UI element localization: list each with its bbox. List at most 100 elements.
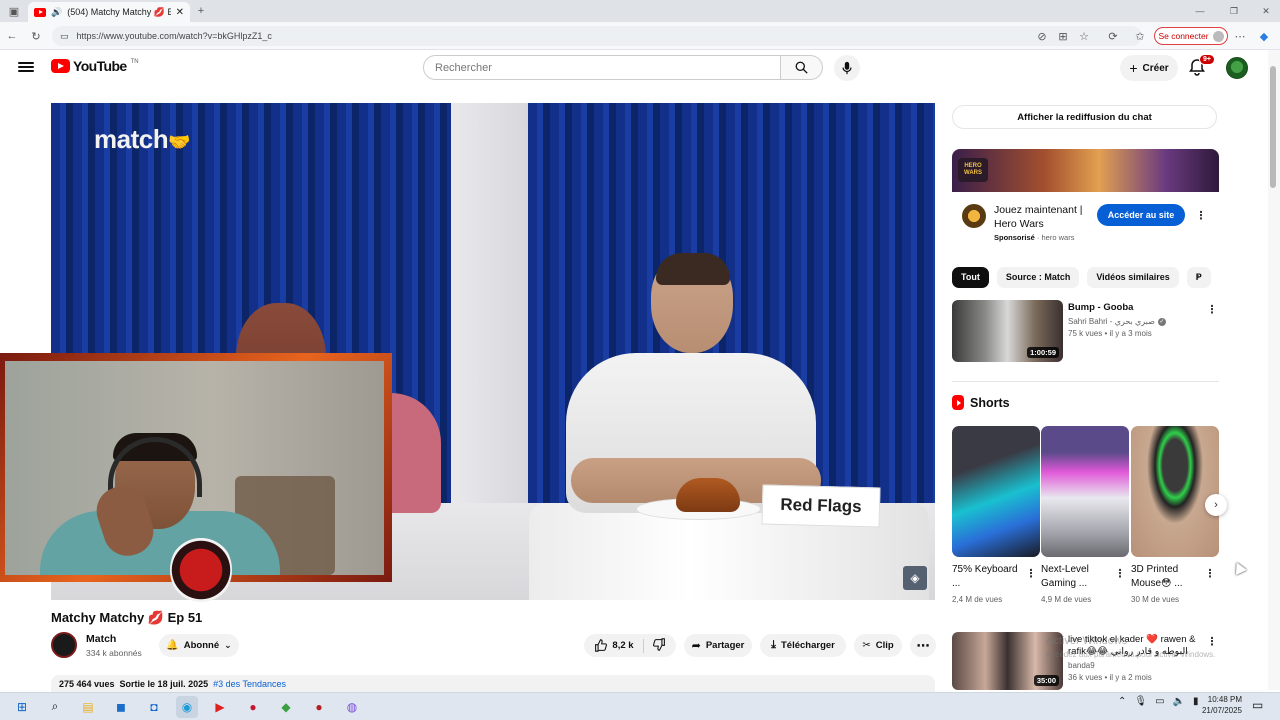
search-input[interactable] <box>423 55 781 80</box>
short-more-options-icon[interactable]: ⋮ <box>1203 566 1217 580</box>
maximize-icon[interactable]: ❐ <box>1226 3 1242 19</box>
window-close-icon[interactable]: ✕ <box>1258 3 1274 19</box>
apps-icon[interactable]: ⊞ <box>1055 28 1071 44</box>
app-icon-green[interactable]: ◆ <box>275 696 297 718</box>
translate-icon[interactable]: ⊘ <box>1034 28 1050 44</box>
like-count: 8,2 k <box>612 640 634 651</box>
video-channel-name[interactable]: banda9 <box>1068 661 1095 670</box>
signin-button[interactable]: Se connecter <box>1154 27 1228 45</box>
short-thumbnail[interactable] <box>952 426 1040 557</box>
speaker-icon[interactable]: 🔊 <box>51 7 62 18</box>
chips-next-arrow-icon[interactable]: › <box>1196 269 1200 283</box>
hamburger-menu-icon[interactable] <box>18 59 34 75</box>
short-title[interactable]: Next-Level Gaming ... <box>1041 563 1111 591</box>
short-more-options-icon[interactable]: ⋮ <box>1024 566 1038 580</box>
create-button[interactable]: + Créer <box>1120 55 1178 81</box>
store-icon[interactable]: ◼ <box>110 696 132 718</box>
voice-search-button[interactable] <box>834 55 860 81</box>
minimize-icon[interactable]: — <box>1192 3 1208 19</box>
sponsored-label: Sponsorisé <box>994 233 1035 242</box>
chip-source-match[interactable]: Source : Match <box>996 266 1080 288</box>
video-title[interactable]: Bump - Gooba <box>1068 302 1203 314</box>
subscribe-button[interactable]: 🔔 Abonné ⌄ <box>159 634 239 657</box>
shorts-next-button[interactable]: › <box>1205 494 1227 516</box>
clip-button[interactable]: ✂ Clip <box>854 634 902 657</box>
share-arrow-icon: ➦ <box>691 640 701 652</box>
ad-visit-site-button[interactable]: Accéder au site <box>1097 204 1185 226</box>
channel-watermark-icon[interactable]: ◈ <box>903 566 927 590</box>
clock-time: 10:48 PM <box>1207 695 1242 704</box>
video-thumbnail[interactable]: 1:00:59 <box>952 300 1063 362</box>
clock-date: 21/07/2025 <box>1201 706 1242 715</box>
chip-similar-videos[interactable]: Vidéos similaires <box>1087 266 1179 288</box>
youtube-logo[interactable]: YouTube TN <box>51 58 139 74</box>
chat-replay-button[interactable]: Afficher la rediffusion du chat <box>952 105 1217 129</box>
refresh-extension-icon[interactable]: ⟳ <box>1105 28 1121 44</box>
mic-tray-icon[interactable]: 🎙 <box>1134 696 1147 707</box>
short-item[interactable]: Next-Level Gaming ... 4,9 M de vues ⋮ <box>1041 426 1129 608</box>
short-more-options-icon[interactable]: ⋮ <box>1113 566 1127 580</box>
ad-banner-image[interactable]: HERO WARS <box>952 149 1219 192</box>
channel-name[interactable]: Match <box>86 633 116 645</box>
youtube-app-icon[interactable]: ▶ <box>209 696 231 718</box>
profile-icon <box>1212 30 1224 42</box>
video-duration: 35:00 <box>1033 675 1059 686</box>
network-icon[interactable]: ▭ <box>1155 696 1164 707</box>
trending-tag[interactable]: #3 des Tendances <box>213 679 286 689</box>
notification-center-icon[interactable]: ▭ <box>1252 698 1263 712</box>
search-button[interactable] <box>781 55 823 80</box>
dislike-button[interactable] <box>652 637 666 654</box>
channel-avatar[interactable] <box>51 632 77 658</box>
short-item[interactable]: 3D Printed Mouse😳 ... 30 M de vues ⋮ <box>1131 426 1219 608</box>
download-button[interactable]: ⤓ Télécharger <box>760 634 846 657</box>
windows-start-icon[interactable]: ⊞ <box>11 696 33 718</box>
short-title[interactable]: 75% Keyboard ... <box>952 563 1022 591</box>
ad-more-options-icon[interactable]: ⋮ <box>1194 208 1208 222</box>
taskbar-search-icon[interactable]: ⌕ <box>44 696 66 718</box>
logo-country: TN <box>130 58 139 65</box>
bell-icon: 🔔 <box>166 640 179 651</box>
edge-browser-icon[interactable]: ◉ <box>176 695 198 718</box>
clip-label: Clip <box>875 640 894 651</box>
video-more-options-icon[interactable]: ⋮ <box>1205 302 1219 316</box>
discord-icon[interactable]: ◍ <box>341 696 363 718</box>
taskbar-clock[interactable]: 10:48 PM 21/07/2025 <box>1198 694 1242 716</box>
activation-line-1: Activer Windows <box>1046 635 1128 647</box>
recommended-video[interactable]: 1:00:59 Bump - Gooba Sahri Bahri - صبري … <box>952 300 1219 364</box>
file-explorer-icon[interactable]: ▤ <box>77 696 99 718</box>
streamer-logo-icon <box>170 535 232 605</box>
short-thumbnail[interactable] <box>1041 426 1129 557</box>
short-title[interactable]: 3D Printed Mouse😳 ... <box>1131 563 1201 591</box>
advertiser-name: hero wars <box>1041 233 1075 242</box>
app-icon-game[interactable]: ● <box>308 696 330 718</box>
volume-icon[interactable]: 🔈 <box>1173 696 1185 707</box>
favorites-icon[interactable]: ✩ <box>1132 28 1148 44</box>
chip-all[interactable]: Tout <box>952 266 989 288</box>
account-avatar[interactable] <box>1226 57 1248 79</box>
short-thumbnail[interactable] <box>1131 426 1219 557</box>
copilot-icon[interactable]: ◆ <box>1256 28 1272 44</box>
new-tab-icon[interactable]: + <box>193 3 209 19</box>
browser-menu-icon[interactable]: ⋯ <box>1232 28 1248 44</box>
tab-close-icon[interactable]: ✕ <box>176 7 184 18</box>
reload-icon[interactable]: ↻ <box>28 28 44 44</box>
description-box[interactable]: 275 464 vues Sortie le 18 juil. 2025 #3 … <box>51 675 935 693</box>
scrollbar-thumb[interactable] <box>1270 66 1276 188</box>
short-item[interactable]: 75% Keyboard ... 2,4 M de vues ⋮ <box>952 426 1040 608</box>
tray-chevron-up-icon[interactable]: ⌃ <box>1118 696 1126 707</box>
shorts-title: Shorts <box>970 395 1010 410</box>
back-icon[interactable]: ← <box>4 28 20 44</box>
share-button[interactable]: ➦ Partager <box>684 634 752 657</box>
browser-tab-active[interactable]: 🔊 (504) Matchy Matchy 💋 Ep ✕ <box>28 2 190 22</box>
favorite-star-icon[interactable]: ☆ <box>1076 28 1092 44</box>
outlook-icon[interactable]: ◘ <box>143 696 165 718</box>
site-info-icon[interactable]: ▭ <box>60 31 69 42</box>
url-field[interactable]: ▭ https://www.youtube.com/watch?v=bkGHlp… <box>52 26 1142 46</box>
ad-title[interactable]: Jouez maintenant | Hero Wars <box>994 203 1094 231</box>
window-menu-icon[interactable]: ▣ <box>6 3 22 19</box>
like-button[interactable]: 8,2 k <box>594 639 634 652</box>
app-icon-red[interactable]: ● <box>242 696 264 718</box>
video-channel-name[interactable]: Sahri Bahri - صبري بحري <box>1068 317 1155 326</box>
more-actions-button[interactable]: ⋯ <box>910 634 936 657</box>
ad-sponsored-line: Sponsorisé · hero wars <box>994 233 1075 242</box>
